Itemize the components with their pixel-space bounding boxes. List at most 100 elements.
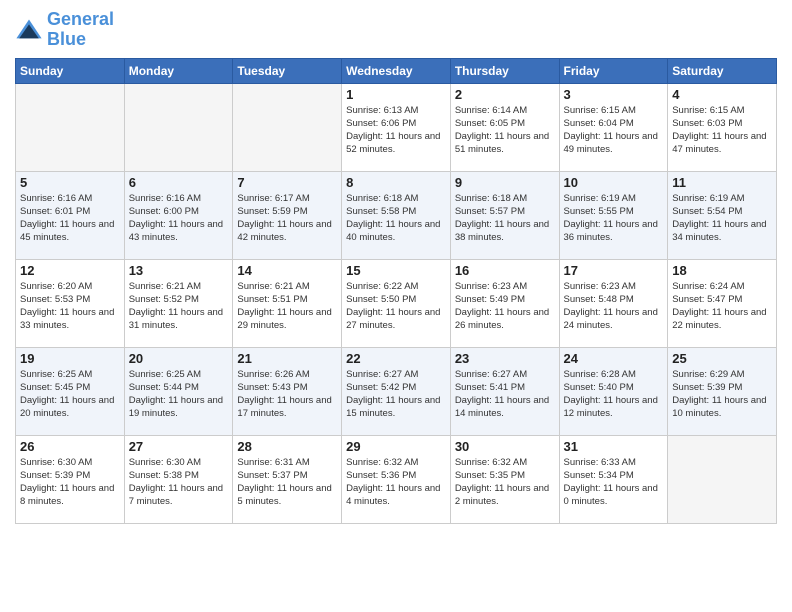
calendar-cell — [124, 83, 233, 171]
day-number: 25 — [672, 351, 772, 366]
day-number: 31 — [564, 439, 664, 454]
calendar-cell: 9 Sunrise: 6:18 AMSunset: 5:57 PMDaylight… — [450, 171, 559, 259]
weekday-header: SundayMondayTuesdayWednesdayThursdayFrid… — [16, 58, 777, 83]
calendar-cell — [668, 435, 777, 523]
day-number: 13 — [129, 263, 229, 278]
weekday-header-cell: Thursday — [450, 58, 559, 83]
calendar-table: SundayMondayTuesdayWednesdayThursdayFrid… — [15, 58, 777, 524]
calendar-cell: 17 Sunrise: 6:23 AMSunset: 5:48 PMDayligh… — [559, 259, 668, 347]
calendar-cell: 3 Sunrise: 6:15 AMSunset: 6:04 PMDaylight… — [559, 83, 668, 171]
calendar-cell: 21Sunrise: 6:26 AMSunset: 5:43 PMDayligh… — [233, 347, 342, 435]
day-info: Sunrise: 6:23 AMSunset: 5:49 PMDaylight:… — [455, 280, 555, 333]
calendar-week: 12Sunrise: 6:20 AMSunset: 5:53 PMDayligh… — [16, 259, 777, 347]
day-number: 30 — [455, 439, 555, 454]
calendar-cell: 18 Sunrise: 6:24 AMSunset: 5:47 PMDayligh… — [668, 259, 777, 347]
calendar-cell: 8Sunrise: 6:18 AMSunset: 5:58 PMDaylight… — [342, 171, 451, 259]
calendar-cell: 16 Sunrise: 6:23 AMSunset: 5:49 PMDayligh… — [450, 259, 559, 347]
day-info: Sunrise: 6:21 AMSunset: 5:52 PMDaylight:… — [129, 280, 229, 333]
calendar-cell: 31 Sunrise: 6:33 AMSunset: 5:34 PMDayligh… — [559, 435, 668, 523]
day-number: 6 — [129, 175, 229, 190]
day-info: Sunrise: 6:19 AMSunset: 5:54 PMDaylight:… — [672, 192, 772, 245]
calendar-cell: 14 Sunrise: 6:21 AMSunset: 5:51 PMDayligh… — [233, 259, 342, 347]
day-info: Sunrise: 6:15 AMSunset: 6:03 PMDaylight:… — [672, 104, 772, 157]
calendar-cell: 15 Sunrise: 6:22 AMSunset: 5:50 PMDayligh… — [342, 259, 451, 347]
day-info: Sunrise: 6:22 AMSunset: 5:50 PMDaylight:… — [346, 280, 446, 333]
calendar-cell: 13 Sunrise: 6:21 AMSunset: 5:52 PMDayligh… — [124, 259, 233, 347]
day-number: 3 — [564, 87, 664, 102]
calendar-cell: 7Sunrise: 6:17 AMSunset: 5:59 PMDaylight… — [233, 171, 342, 259]
calendar-cell: 24 Sunrise: 6:28 AMSunset: 5:40 PMDayligh… — [559, 347, 668, 435]
day-info: Sunrise: 6:16 AMSunset: 6:00 PMDaylight:… — [129, 192, 229, 245]
day-number: 1 — [346, 87, 446, 102]
weekday-header-cell: Sunday — [16, 58, 125, 83]
calendar-cell — [16, 83, 125, 171]
day-info: Sunrise: 6:27 AMSunset: 5:41 PMDaylight:… — [455, 368, 555, 421]
calendar-cell: 12Sunrise: 6:20 AMSunset: 5:53 PMDayligh… — [16, 259, 125, 347]
day-number: 10 — [564, 175, 664, 190]
day-number: 22 — [346, 351, 446, 366]
day-info: Sunrise: 6:19 AMSunset: 5:55 PMDaylight:… — [564, 192, 664, 245]
day-info: Sunrise: 6:33 AMSunset: 5:34 PMDaylight:… — [564, 456, 664, 509]
day-number: 12 — [20, 263, 120, 278]
calendar-cell: 20 Sunrise: 6:25 AMSunset: 5:44 PMDayligh… — [124, 347, 233, 435]
weekday-header-cell: Tuesday — [233, 58, 342, 83]
calendar-container: General Blue SundayMondayTuesdayWednesda… — [0, 0, 792, 612]
day-number: 15 — [346, 263, 446, 278]
calendar-week: 19 Sunrise: 6:25 AMSunset: 5:45 PMDayligh… — [16, 347, 777, 435]
day-number: 24 — [564, 351, 664, 366]
day-info: Sunrise: 6:21 AMSunset: 5:51 PMDaylight:… — [237, 280, 337, 333]
calendar-cell: 30 Sunrise: 6:32 AMSunset: 5:35 PMDayligh… — [450, 435, 559, 523]
day-number: 2 — [455, 87, 555, 102]
calendar-week: 1 Sunrise: 6:13 AMSunset: 6:06 PMDaylight… — [16, 83, 777, 171]
day-number: 17 — [564, 263, 664, 278]
day-number: 11 — [672, 175, 772, 190]
day-info: Sunrise: 6:25 AMSunset: 5:44 PMDaylight:… — [129, 368, 229, 421]
calendar-cell: 29 Sunrise: 6:32 AMSunset: 5:36 PMDayligh… — [342, 435, 451, 523]
day-info: Sunrise: 6:16 AMSunset: 6:01 PMDaylight:… — [20, 192, 120, 245]
day-info: Sunrise: 6:15 AMSunset: 6:04 PMDaylight:… — [564, 104, 664, 157]
day-info: Sunrise: 6:24 AMSunset: 5:47 PMDaylight:… — [672, 280, 772, 333]
day-info: Sunrise: 6:32 AMSunset: 5:36 PMDaylight:… — [346, 456, 446, 509]
day-number: 5 — [20, 175, 120, 190]
day-number: 27 — [129, 439, 229, 454]
day-number: 19 — [20, 351, 120, 366]
calendar-cell: 26Sunrise: 6:30 AMSunset: 5:39 PMDayligh… — [16, 435, 125, 523]
weekday-header-cell: Wednesday — [342, 58, 451, 83]
day-info: Sunrise: 6:28 AMSunset: 5:40 PMDaylight:… — [564, 368, 664, 421]
day-number: 18 — [672, 263, 772, 278]
day-info: Sunrise: 6:23 AMSunset: 5:48 PMDaylight:… — [564, 280, 664, 333]
day-number: 23 — [455, 351, 555, 366]
day-number: 21 — [237, 351, 337, 366]
calendar-cell: 11 Sunrise: 6:19 AMSunset: 5:54 PMDayligh… — [668, 171, 777, 259]
calendar-cell: 28Sunrise: 6:31 AMSunset: 5:37 PMDayligh… — [233, 435, 342, 523]
day-info: Sunrise: 6:13 AMSunset: 6:06 PMDaylight:… — [346, 104, 446, 157]
day-info: Sunrise: 6:30 AMSunset: 5:39 PMDaylight:… — [20, 456, 120, 509]
weekday-header-cell: Saturday — [668, 58, 777, 83]
day-info: Sunrise: 6:25 AMSunset: 5:45 PMDaylight:… — [20, 368, 120, 421]
day-info: Sunrise: 6:29 AMSunset: 5:39 PMDaylight:… — [672, 368, 772, 421]
calendar-cell: 10 Sunrise: 6:19 AMSunset: 5:55 PMDayligh… — [559, 171, 668, 259]
day-info: Sunrise: 6:18 AMSunset: 5:57 PMDaylight:… — [455, 192, 555, 245]
day-info: Sunrise: 6:30 AMSunset: 5:38 PMDaylight:… — [129, 456, 229, 509]
day-number: 20 — [129, 351, 229, 366]
calendar-cell: 2 Sunrise: 6:14 AMSunset: 6:05 PMDaylight… — [450, 83, 559, 171]
calendar-cell: 1 Sunrise: 6:13 AMSunset: 6:06 PMDaylight… — [342, 83, 451, 171]
day-number: 29 — [346, 439, 446, 454]
weekday-header-cell: Monday — [124, 58, 233, 83]
day-info: Sunrise: 6:27 AMSunset: 5:42 PMDaylight:… — [346, 368, 446, 421]
day-number: 4 — [672, 87, 772, 102]
calendar-cell: 4 Sunrise: 6:15 AMSunset: 6:03 PMDaylight… — [668, 83, 777, 171]
day-info: Sunrise: 6:14 AMSunset: 6:05 PMDaylight:… — [455, 104, 555, 157]
calendar-cell: 6 Sunrise: 6:16 AMSunset: 6:00 PMDaylight… — [124, 171, 233, 259]
logo-icon — [15, 16, 43, 44]
calendar-cell: 19 Sunrise: 6:25 AMSunset: 5:45 PMDayligh… — [16, 347, 125, 435]
calendar-cell: 5 Sunrise: 6:16 AMSunset: 6:01 PMDaylight… — [16, 171, 125, 259]
day-info: Sunrise: 6:18 AMSunset: 5:58 PMDaylight:… — [346, 192, 446, 245]
day-number: 14 — [237, 263, 337, 278]
day-info: Sunrise: 6:32 AMSunset: 5:35 PMDaylight:… — [455, 456, 555, 509]
day-number: 16 — [455, 263, 555, 278]
day-number: 9 — [455, 175, 555, 190]
calendar-week: 5 Sunrise: 6:16 AMSunset: 6:01 PMDaylight… — [16, 171, 777, 259]
page-header: General Blue — [15, 10, 777, 50]
calendar-cell — [233, 83, 342, 171]
